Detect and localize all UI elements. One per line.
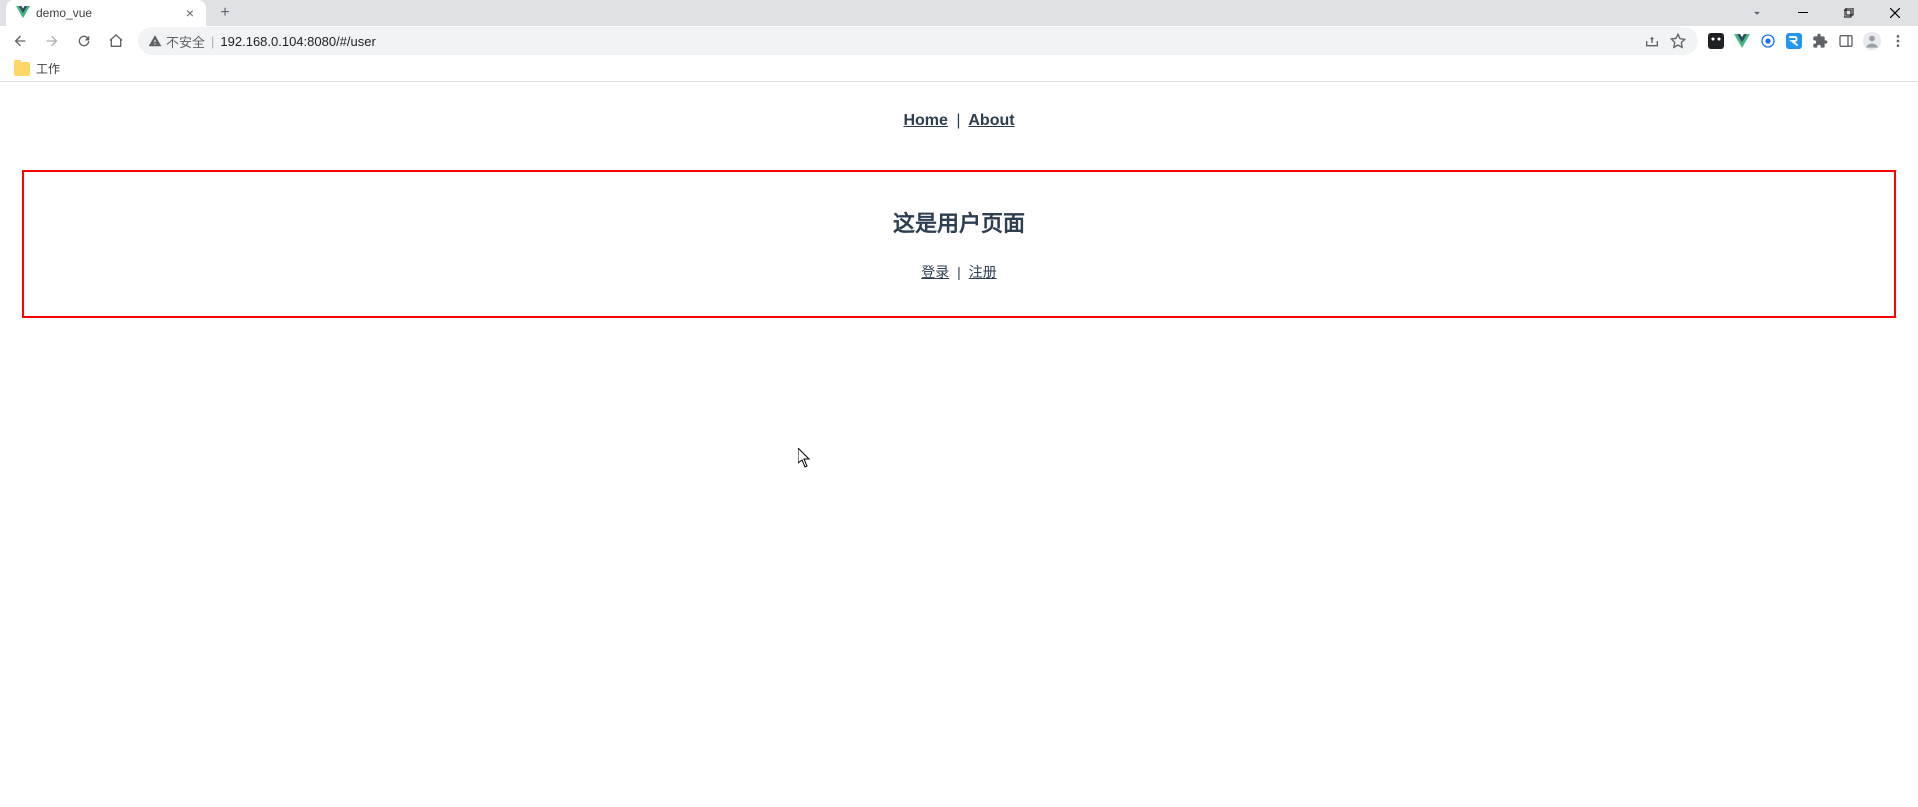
bookmark-folder[interactable]: 工作 bbox=[8, 58, 66, 79]
vue-devtools-icon[interactable] bbox=[1732, 31, 1752, 51]
nav-home-link[interactable]: Home bbox=[903, 112, 947, 129]
vue-favicon-icon bbox=[16, 6, 30, 20]
extension-3-icon[interactable] bbox=[1758, 31, 1778, 51]
maximize-icon[interactable] bbox=[1826, 0, 1872, 26]
extension-icons bbox=[1706, 31, 1912, 51]
window-controls bbox=[1734, 0, 1918, 26]
bookmark-label: 工作 bbox=[36, 60, 60, 77]
tab-title: demo_vue bbox=[36, 6, 184, 20]
close-tab-icon[interactable]: × bbox=[184, 5, 196, 21]
new-tab-button[interactable]: + bbox=[212, 0, 238, 26]
security-warning[interactable]: 不安全 bbox=[148, 32, 205, 51]
home-button[interactable] bbox=[102, 27, 130, 55]
address-bar-row: 不安全 | 192.168.0.104:8080/#/user bbox=[0, 26, 1918, 56]
links-separator: | bbox=[957, 264, 961, 280]
url-text: 192.168.0.104:8080/#/user bbox=[220, 34, 375, 49]
reload-button[interactable] bbox=[70, 27, 98, 55]
nav-about-link[interactable]: About bbox=[968, 112, 1014, 129]
extension-4-icon[interactable] bbox=[1784, 31, 1804, 51]
top-nav: Home | About bbox=[0, 112, 1918, 130]
page-content: Home | About 这是用户页面 登录 | 注册 bbox=[0, 82, 1918, 318]
bookmarks-bar: 工作 bbox=[0, 56, 1918, 82]
login-link[interactable]: 登录 bbox=[921, 264, 949, 280]
sub-links: 登录 | 注册 bbox=[24, 262, 1894, 282]
side-panel-icon[interactable] bbox=[1836, 31, 1856, 51]
folder-icon bbox=[14, 62, 30, 76]
security-label: 不安全 bbox=[166, 32, 205, 51]
browser-tab[interactable]: demo_vue × bbox=[6, 0, 206, 26]
forward-button bbox=[38, 27, 66, 55]
close-window-icon[interactable] bbox=[1872, 0, 1918, 26]
extensions-puzzle-icon[interactable] bbox=[1810, 31, 1830, 51]
kebab-menu-icon[interactable] bbox=[1888, 31, 1908, 51]
page-heading: 这是用户页面 bbox=[24, 206, 1894, 238]
back-button[interactable] bbox=[6, 27, 34, 55]
tab-search-icon[interactable] bbox=[1734, 0, 1780, 26]
nav-separator: | bbox=[956, 112, 960, 129]
tab-strip: demo_vue × + bbox=[0, 0, 1918, 26]
register-link[interactable]: 注册 bbox=[969, 264, 997, 280]
share-icon[interactable] bbox=[1642, 31, 1662, 51]
extension-1-icon[interactable] bbox=[1706, 31, 1726, 51]
omnibox[interactable]: 不安全 | 192.168.0.104:8080/#/user bbox=[138, 27, 1698, 55]
bookmark-star-icon[interactable] bbox=[1668, 31, 1688, 51]
minimize-icon[interactable] bbox=[1780, 0, 1826, 26]
warning-icon bbox=[148, 34, 162, 48]
user-page-box: 这是用户页面 登录 | 注册 bbox=[22, 170, 1896, 318]
mouse-cursor-icon bbox=[798, 448, 812, 468]
profile-avatar-icon[interactable] bbox=[1862, 31, 1882, 51]
omnibox-separator: | bbox=[211, 34, 214, 49]
